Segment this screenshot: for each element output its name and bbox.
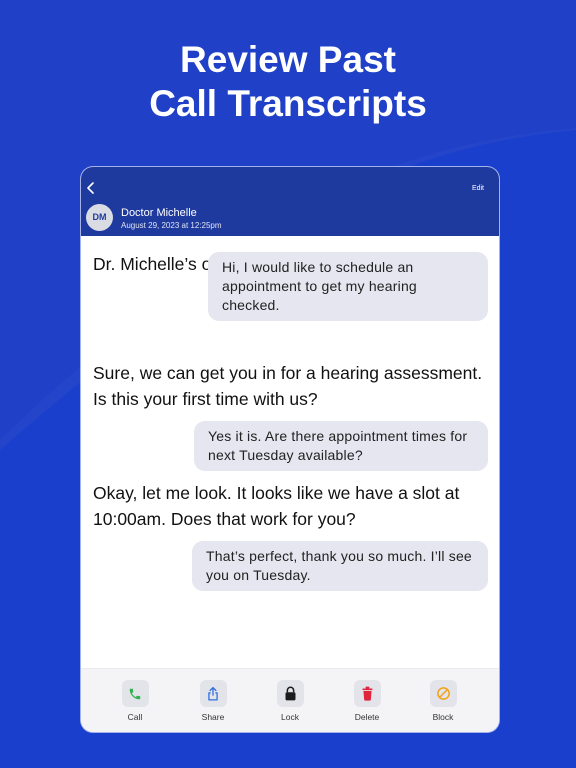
trash-icon	[362, 686, 372, 701]
block-icon	[436, 687, 450, 700]
share-icon	[208, 686, 218, 700]
phone-icon	[129, 688, 141, 699]
transcript[interactable]: Dr. Michelle’s office. Hi, I would like …	[81, 236, 499, 669]
lock-icon-box	[276, 680, 304, 707]
block-label: Block	[432, 712, 454, 722]
block-button[interactable]: Block	[413, 680, 473, 722]
chevron-left-icon[interactable]	[85, 181, 97, 195]
share-label: Share	[201, 712, 225, 722]
lock-button[interactable]: Lock	[260, 680, 320, 722]
transcript-message-right: Hi, I would like to schedule an appointm…	[208, 252, 488, 321]
edit-button[interactable]: Edit	[472, 185, 484, 192]
share-icon-box	[199, 680, 227, 707]
headline: Review Past Call Transcripts	[0, 38, 576, 126]
call-button[interactable]: Call	[105, 680, 165, 722]
contact-name: Doctor Michelle	[121, 207, 197, 219]
delete-label: Delete	[354, 712, 380, 722]
call-icon-box	[121, 680, 149, 707]
avatar: DM	[86, 204, 113, 231]
transcript-message-right: That’s perfect, thank you so much. I’ll …	[192, 541, 488, 591]
transcript-message-left: Okay, let me look. It looks like we have…	[93, 483, 460, 529]
delete-button[interactable]: Delete	[337, 680, 397, 722]
share-button[interactable]: Share	[183, 680, 243, 722]
transcript-message-right: Yes it is. Are there appointment times f…	[194, 421, 488, 471]
lock-icon	[285, 686, 295, 701]
headline-line-2: Call Transcripts	[149, 83, 427, 124]
action-toolbar: Call Share Lock Delete Block	[81, 668, 499, 732]
call-date: August 29, 2023 at 12:25pm	[121, 221, 222, 230]
call-header: Edit DM Doctor Michelle August 29, 2023 …	[81, 167, 499, 236]
lock-label: Lock	[281, 712, 299, 722]
transcript-message-left: Sure, we can get you in for a hearing as…	[93, 363, 483, 409]
headline-line-1: Review Past	[180, 39, 396, 80]
app-screen: Edit DM Doctor Michelle August 29, 2023 …	[81, 167, 499, 732]
call-label: Call	[127, 712, 143, 722]
delete-icon-box	[353, 680, 381, 707]
block-icon-box	[429, 680, 457, 707]
